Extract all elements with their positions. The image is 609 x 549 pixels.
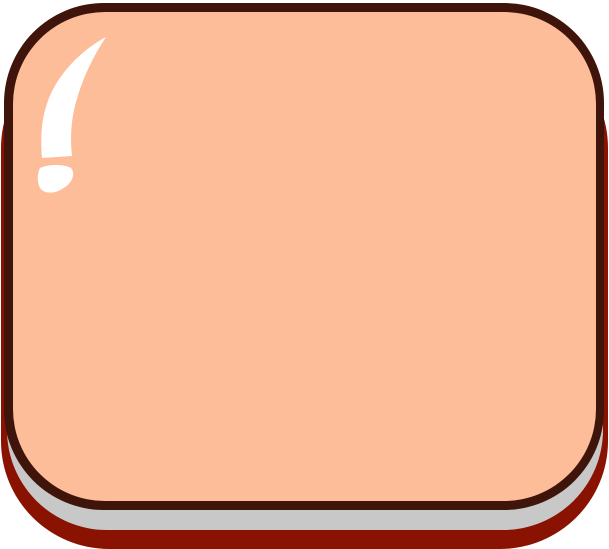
button-face	[13, 12, 596, 501]
glossy-button-graphic[interactable]	[0, 0, 609, 549]
button-stage	[0, 0, 609, 549]
